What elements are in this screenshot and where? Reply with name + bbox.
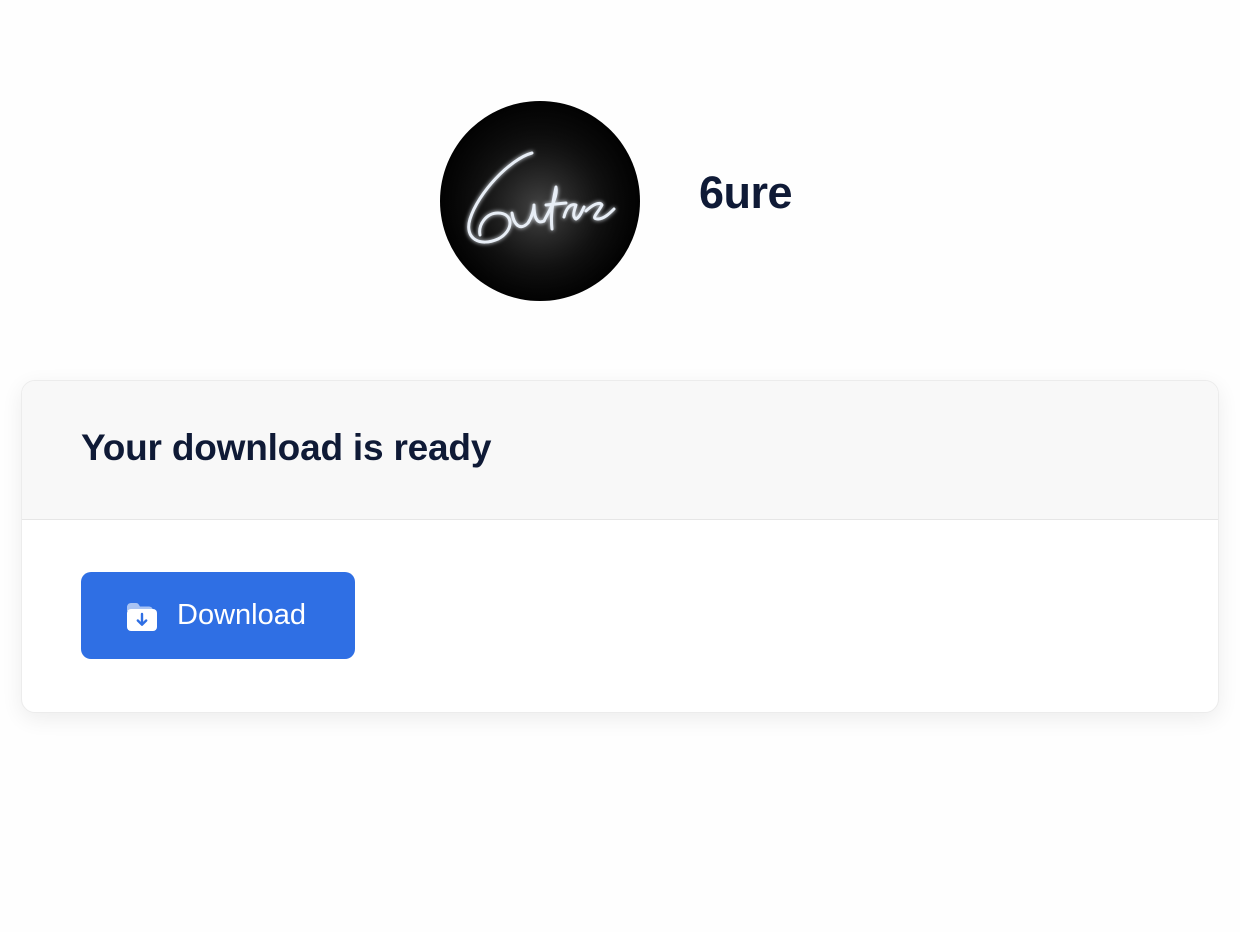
card-header: Your download is ready	[22, 381, 1218, 520]
profile-header: 6ure	[440, 101, 793, 301]
download-button[interactable]: Download	[81, 572, 355, 659]
card-body: Download	[22, 520, 1218, 659]
avatar-logo-image	[440, 101, 640, 301]
download-button-label: Download	[177, 599, 306, 631]
download-card: Your download is ready Download	[21, 380, 1219, 713]
folder-download-icon	[123, 599, 157, 633]
profile-name: 6ure	[699, 167, 793, 218]
download-page: 6ure Your download is ready Download	[0, 0, 1240, 932]
card-title: Your download is ready	[81, 427, 492, 468]
avatar	[440, 101, 640, 301]
